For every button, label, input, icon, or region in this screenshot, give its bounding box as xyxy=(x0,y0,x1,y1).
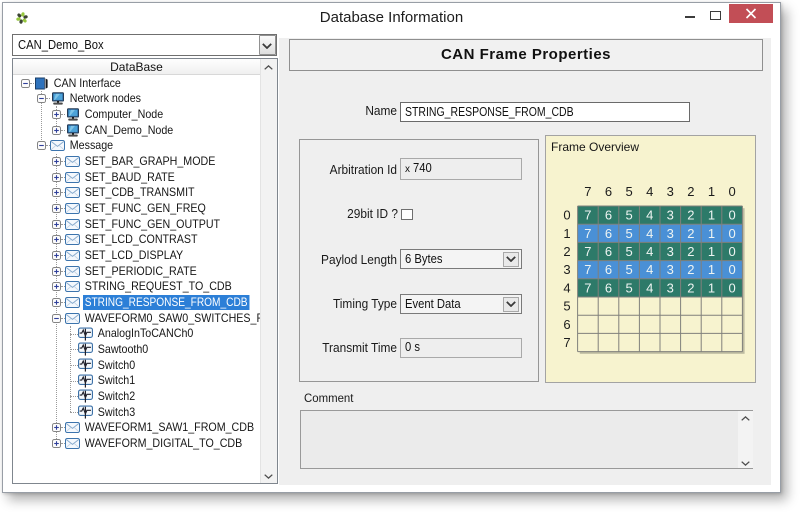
svg-text:5: 5 xyxy=(625,208,632,223)
svg-text:1: 1 xyxy=(708,280,715,295)
svg-text:0: 0 xyxy=(728,226,735,241)
svg-text:5: 5 xyxy=(625,280,632,295)
svg-text:2: 2 xyxy=(563,244,570,259)
svg-text:4: 4 xyxy=(646,280,653,295)
svg-text:2: 2 xyxy=(687,226,694,241)
svg-text:6: 6 xyxy=(605,184,612,199)
svg-text:0: 0 xyxy=(728,184,735,199)
svg-text:1: 1 xyxy=(708,262,715,277)
svg-text:7: 7 xyxy=(584,244,591,259)
svg-text:3: 3 xyxy=(667,280,674,295)
svg-text:3: 3 xyxy=(563,262,570,277)
svg-text:2: 2 xyxy=(687,184,694,199)
svg-text:6: 6 xyxy=(605,226,612,241)
svg-text:3: 3 xyxy=(667,184,674,199)
svg-text:6: 6 xyxy=(605,208,612,223)
svg-text:1: 1 xyxy=(708,244,715,259)
svg-text:5: 5 xyxy=(625,244,632,259)
svg-text:6: 6 xyxy=(605,244,612,259)
svg-text:2: 2 xyxy=(687,208,694,223)
svg-text:4: 4 xyxy=(646,208,653,223)
svg-text:6: 6 xyxy=(605,280,612,295)
svg-text:5: 5 xyxy=(625,184,632,199)
svg-text:0: 0 xyxy=(563,208,570,223)
svg-text:4: 4 xyxy=(563,280,570,295)
svg-text:7: 7 xyxy=(584,262,591,277)
svg-text:3: 3 xyxy=(667,208,674,223)
svg-text:2: 2 xyxy=(687,262,694,277)
svg-text:7: 7 xyxy=(584,208,591,223)
svg-text:7: 7 xyxy=(584,184,591,199)
svg-text:1: 1 xyxy=(563,226,570,241)
svg-text:3: 3 xyxy=(667,262,674,277)
svg-text:7: 7 xyxy=(584,226,591,241)
svg-text:5: 5 xyxy=(625,262,632,277)
svg-text:0: 0 xyxy=(728,262,735,277)
svg-text:5: 5 xyxy=(563,299,570,314)
svg-text:4: 4 xyxy=(646,184,653,199)
svg-text:4: 4 xyxy=(646,226,653,241)
svg-text:4: 4 xyxy=(646,262,653,277)
svg-text:3: 3 xyxy=(667,244,674,259)
svg-text:6: 6 xyxy=(563,317,570,332)
svg-text:0: 0 xyxy=(728,208,735,223)
svg-text:3: 3 xyxy=(667,226,674,241)
svg-text:2: 2 xyxy=(687,244,694,259)
svg-text:1: 1 xyxy=(708,226,715,241)
svg-text:1: 1 xyxy=(708,208,715,223)
svg-text:7: 7 xyxy=(563,335,570,350)
svg-text:5: 5 xyxy=(625,226,632,241)
svg-text:0: 0 xyxy=(728,280,735,295)
svg-text:2: 2 xyxy=(687,280,694,295)
svg-text:0: 0 xyxy=(728,244,735,259)
svg-text:4: 4 xyxy=(646,244,653,259)
svg-text:7: 7 xyxy=(584,280,591,295)
svg-text:1: 1 xyxy=(708,184,715,199)
svg-text:6: 6 xyxy=(605,262,612,277)
